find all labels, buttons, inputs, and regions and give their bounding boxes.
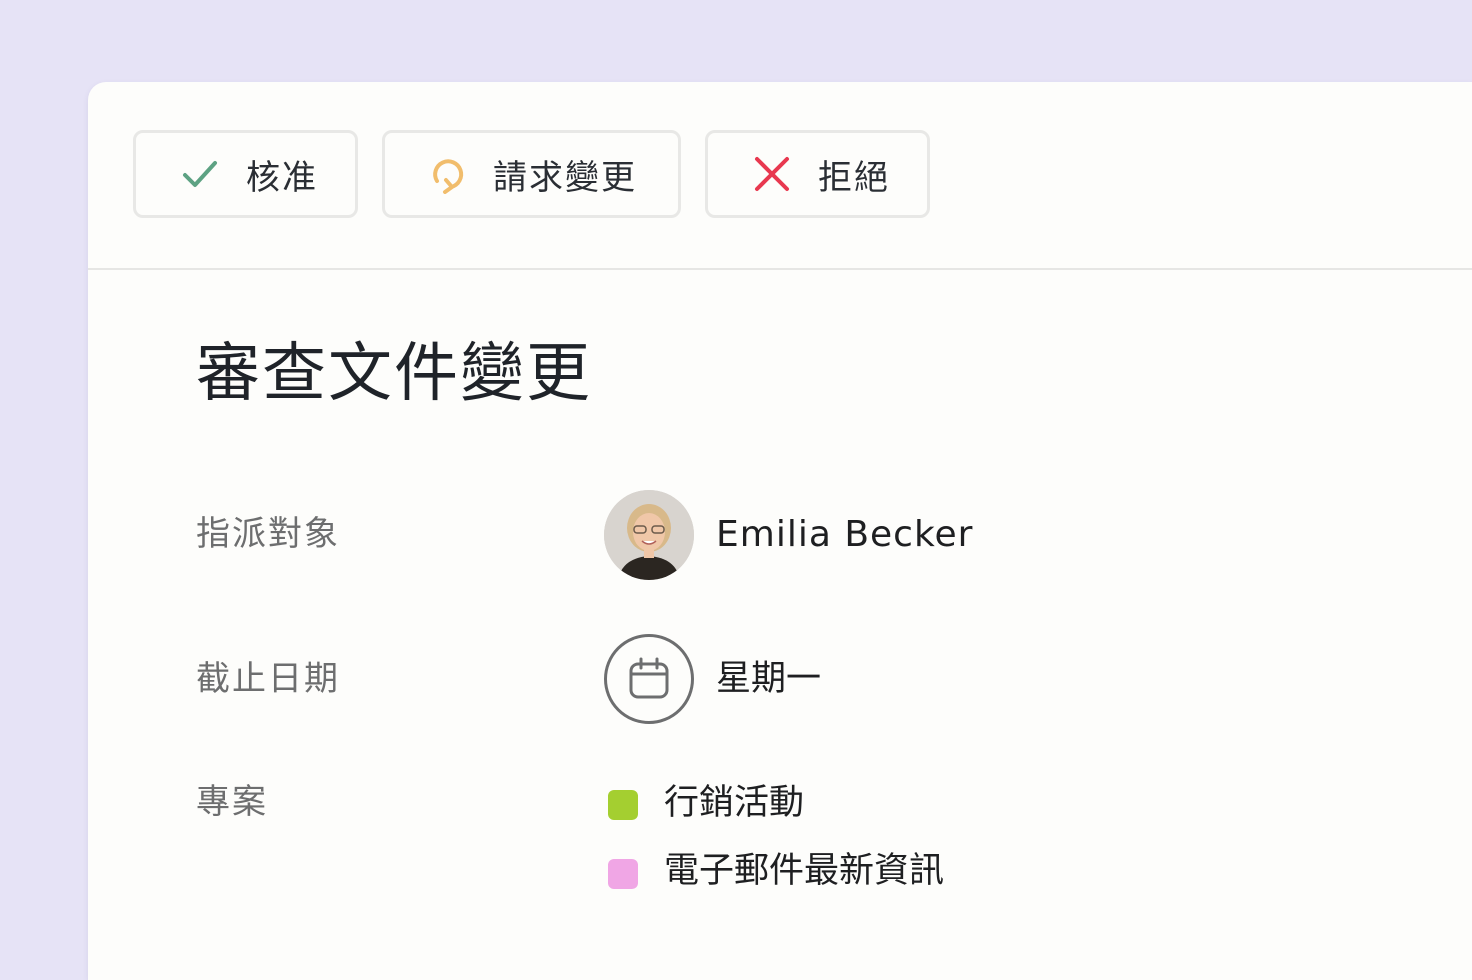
project-item[interactable]: 電子郵件最新資訊 [664, 849, 944, 893]
assignee-name[interactable]: Emilia Becker [716, 513, 973, 557]
approve-label: 核准 [246, 157, 318, 198]
check-icon [178, 152, 222, 196]
due-date-label: 截止日期 [196, 659, 340, 699]
due-date-picker[interactable] [604, 634, 694, 724]
due-date-value[interactable]: 星期一 [716, 657, 821, 701]
project-color-swatch [608, 859, 638, 889]
request-changes-label: 請求變更 [493, 157, 637, 198]
avatar[interactable] [604, 490, 694, 580]
reject-button[interactable]: 拒絕 [705, 130, 930, 218]
assignee-label: 指派對象 [196, 514, 340, 554]
projects-label: 專案 [196, 782, 268, 822]
project-item[interactable]: 行銷活動 [664, 781, 804, 825]
approval-toolbar: 核准 請求變更 拒絕 [88, 82, 1472, 270]
reject-label: 拒絕 [818, 157, 890, 198]
task-title: 審查文件變更 [196, 337, 592, 411]
request-changes-button[interactable]: 請求變更 [382, 130, 681, 218]
task-card: 核准 請求變更 拒絕 審查文件變更 指派對象 Emilia Becker 截止日… [88, 82, 1472, 980]
calendar-icon [627, 657, 671, 701]
close-icon [750, 152, 794, 196]
project-color-swatch [608, 790, 638, 820]
approve-button[interactable]: 核准 [133, 130, 358, 218]
refresh-icon [425, 152, 469, 196]
